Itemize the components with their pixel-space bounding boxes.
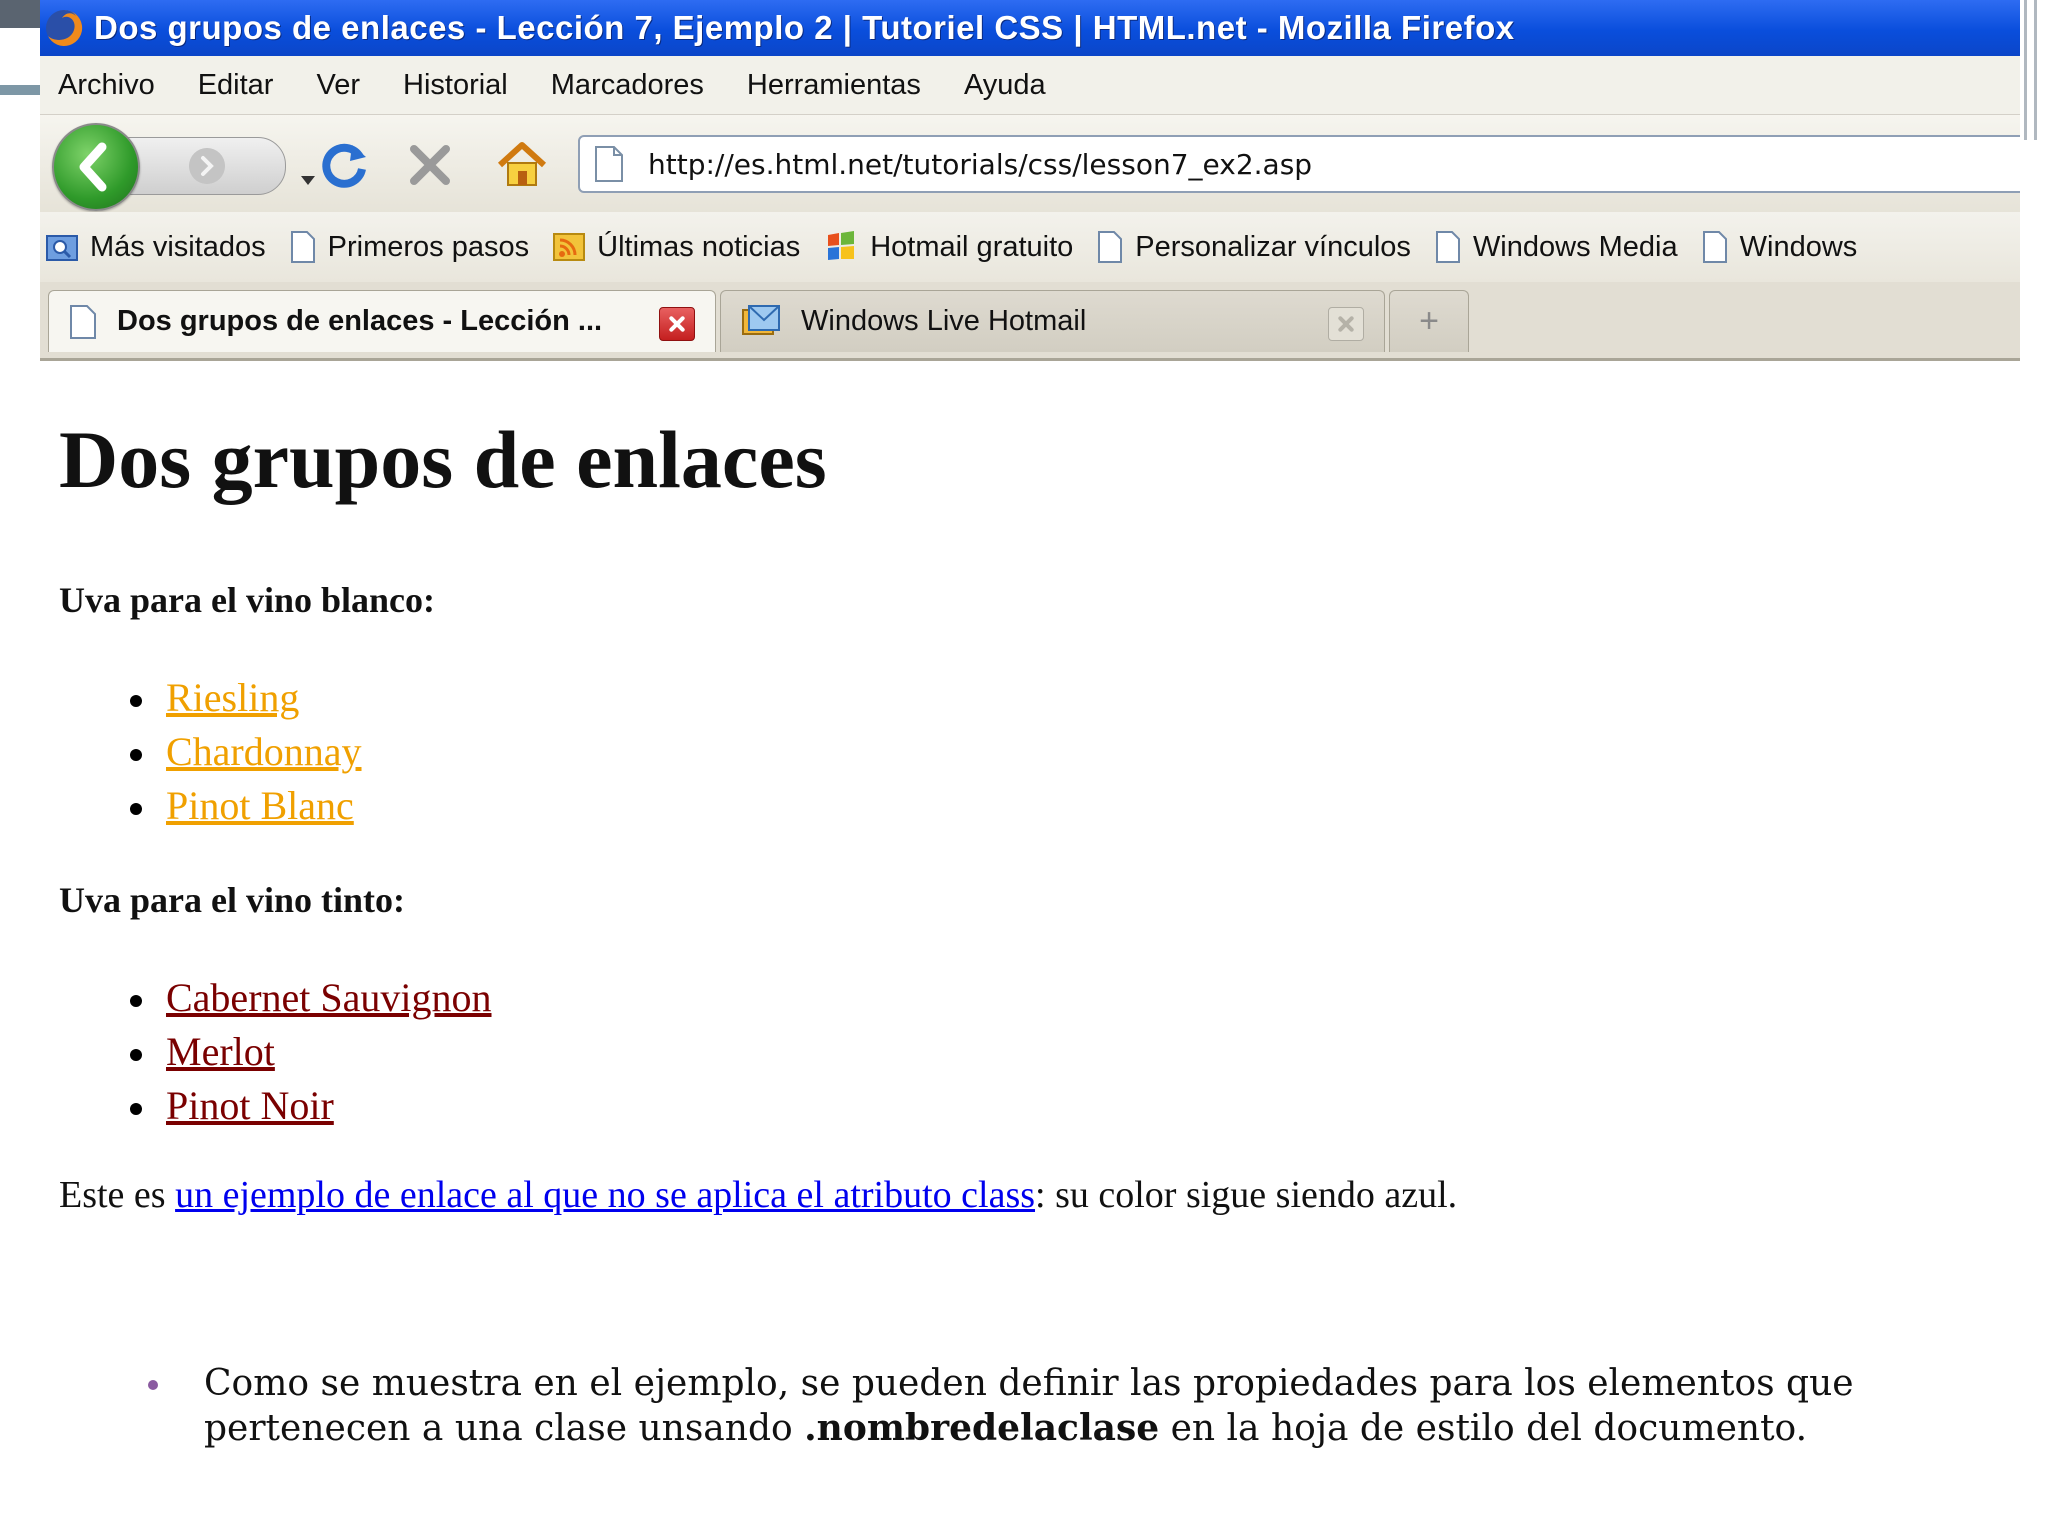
slide-decoration-right — [2020, 0, 2048, 140]
note-paragraph: Este es un ejemplo de enlace al que no s… — [59, 1173, 1457, 1217]
tab-bar: Dos grupos de enlaces - Lección ... Wind… — [40, 282, 2020, 361]
decoration-line — [2034, 0, 2037, 140]
bullet-dot — [148, 1380, 158, 1390]
navigation-toolbar — [40, 114, 2020, 213]
decoration-line — [2024, 0, 2027, 140]
menu-editar[interactable]: Editar — [198, 69, 274, 102]
plus-icon: + — [1419, 302, 1439, 340]
bookmark-label: Últimas noticias — [597, 230, 801, 263]
page-icon — [1702, 231, 1727, 263]
url-input[interactable] — [648, 147, 1948, 181]
link-merlot[interactable]: Merlot — [166, 1029, 275, 1074]
link-cabernet-sauvignon[interactable]: Cabernet Sauvignon — [166, 975, 492, 1020]
tab-label: Windows Live Hotmail — [801, 305, 1087, 337]
white-wine-heading: Uva para el vino blanco: — [59, 580, 436, 620]
stop-icon[interactable] — [402, 137, 458, 193]
menu-bar: Archivo Editar Ver Historial Marcadores … — [40, 56, 2020, 114]
back-button[interactable] — [52, 123, 140, 211]
browser-window: Dos grupos de enlaces - Lección 7, Ejemp… — [40, 0, 2020, 1345]
note-prefix: Este es — [59, 1174, 176, 1216]
close-icon[interactable] — [1328, 307, 1364, 341]
page-icon — [1098, 231, 1123, 263]
bookmark-ultimas-noticias[interactable]: Últimas noticias — [553, 231, 800, 264]
forward-button-group — [124, 137, 315, 195]
address-bar[interactable] — [578, 135, 2020, 193]
window-title: Dos grupos de enlaces - Lección 7, Ejemp… — [94, 9, 1515, 46]
list-item: Chardonnay — [130, 725, 362, 779]
bookmark-windows-media[interactable]: Windows Media — [1435, 230, 1678, 264]
slide-decoration — [0, 0, 40, 100]
rss-icon — [553, 233, 586, 261]
link-pinot-noir[interactable]: Pinot Noir — [166, 1083, 334, 1128]
tab-dos-grupos[interactable]: Dos grupos de enlaces - Lección ... — [48, 290, 716, 352]
bullet-text-bold: .nombredelaclase — [804, 1407, 1160, 1449]
tab-label: Dos grupos de enlaces - Lección ... — [117, 305, 603, 337]
home-icon[interactable] — [492, 135, 552, 195]
bookmark-personalizar-vinculos[interactable]: Personalizar vínculos — [1097, 230, 1411, 264]
bookmark-label: Más visitados — [90, 230, 266, 263]
bookmark-hotmail-gratuito[interactable]: Hotmail gratuito — [824, 231, 1073, 264]
list-item: Pinot Blanc — [130, 779, 362, 833]
dropdown-arrow-icon[interactable] — [301, 176, 315, 185]
menu-ver[interactable]: Ver — [316, 69, 360, 102]
note-suffix: : su color sigue siendo azul. — [1035, 1174, 1458, 1216]
menu-archivo[interactable]: Archivo — [58, 69, 155, 102]
search-folder-icon — [46, 235, 78, 261]
white-wine-list: Riesling Chardonnay Pinot Blanc — [130, 671, 362, 833]
bookmark-label: Windows Media — [1472, 230, 1678, 263]
reload-icon[interactable] — [316, 137, 372, 193]
list-item: Merlot — [130, 1025, 492, 1079]
link-riesling[interactable]: Riesling — [166, 675, 299, 720]
bookmark-label: Personalizar vínculos — [1135, 230, 1411, 263]
page-icon — [290, 231, 315, 263]
page-icon — [595, 146, 623, 182]
menu-herramientas[interactable]: Herramientas — [747, 69, 921, 102]
new-tab-button[interactable]: + — [1389, 290, 1469, 352]
firefox-icon — [46, 9, 83, 46]
bookmark-primeros-pasos[interactable]: Primeros pasos — [290, 230, 529, 264]
bookmark-label: Primeros pasos — [327, 230, 530, 263]
bookmark-mas-visitados[interactable]: Más visitados — [46, 231, 266, 264]
slide-decoration-bar — [0, 0, 40, 28]
close-icon[interactable] — [659, 307, 695, 341]
link-pinot-blanc[interactable]: Pinot Blanc — [166, 783, 354, 828]
bookmark-label: Hotmail gratuito — [870, 230, 1074, 263]
page-icon — [70, 304, 96, 339]
windows-flag-icon — [828, 231, 855, 260]
page-icon — [1435, 231, 1460, 263]
list-item: Pinot Noir — [130, 1079, 492, 1133]
bookmark-windows[interactable]: Windows — [1702, 230, 1858, 264]
menu-marcadores[interactable]: Marcadores — [551, 69, 704, 102]
red-wine-heading: Uva para el vino tinto: — [59, 880, 405, 920]
list-item: Cabernet Sauvignon — [130, 971, 492, 1025]
forward-arrow-icon[interactable] — [189, 148, 225, 184]
red-wine-list: Cabernet Sauvignon Merlot Pinot Noir — [130, 971, 492, 1133]
link-example-no-class[interactable]: un ejemplo de enlace al que no se aplica… — [175, 1174, 1035, 1216]
menu-ayuda[interactable]: Ayuda — [964, 69, 1046, 102]
back-arrow-icon — [79, 142, 107, 192]
bullet-text-part2: en la hoja de estilo del documento. — [1159, 1408, 1808, 1449]
slide-decoration-bar — [0, 85, 40, 95]
page-title: Dos grupos de enlaces — [59, 414, 827, 505]
slide-bullet-text: Como se muestra en el ejemplo, se pueden… — [148, 1362, 1934, 1451]
tab-hotmail[interactable]: Windows Live Hotmail — [720, 290, 1385, 352]
title-bar: Dos grupos de enlaces - Lección 7, Ejemp… — [40, 0, 2020, 56]
hotmail-icon — [742, 304, 780, 335]
bookmarks-toolbar: Más visitados Primeros pasos Últimas not… — [40, 212, 2020, 282]
menu-historial[interactable]: Historial — [403, 69, 508, 102]
link-chardonnay[interactable]: Chardonnay — [166, 729, 362, 774]
bookmark-label: Windows — [1739, 230, 1858, 263]
list-item: Riesling — [130, 671, 362, 725]
